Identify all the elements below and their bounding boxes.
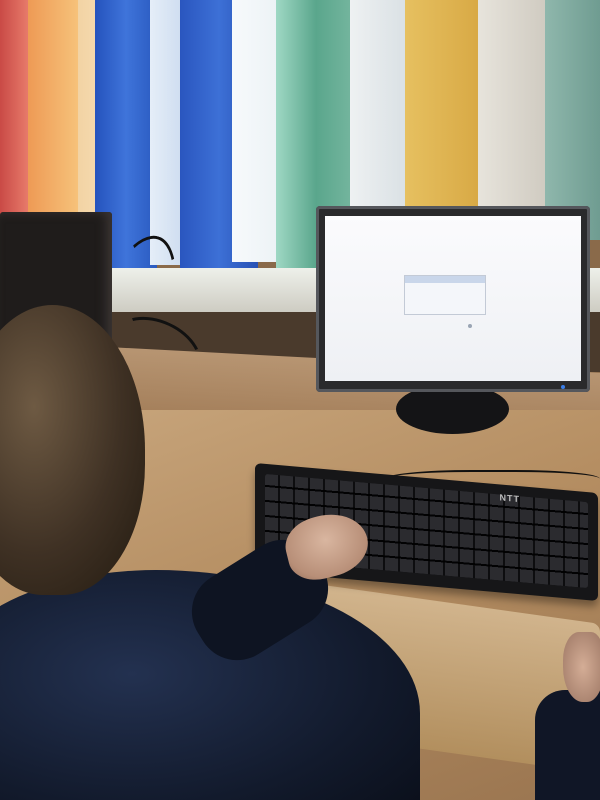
dialog-title-bar (405, 276, 485, 283)
mouse-cursor (468, 324, 472, 328)
blind-slat-teal (545, 0, 600, 240)
monitor-power-led (561, 385, 565, 389)
blind-slat-white-2 (350, 0, 412, 230)
keyboard-brand-logo: NTT (499, 492, 521, 505)
blind-slat-beige (478, 0, 548, 235)
person-other-hand (563, 632, 600, 702)
screen-dialog-window[interactable] (404, 275, 486, 315)
blind-slat-yellow (405, 0, 480, 240)
photo-scene: NTT (0, 0, 600, 800)
person-other-sleeve (535, 690, 600, 800)
